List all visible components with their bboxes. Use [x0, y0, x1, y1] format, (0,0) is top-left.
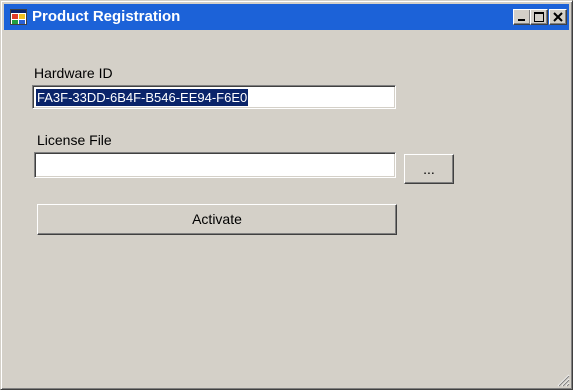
window-title: Product Registration	[32, 8, 181, 25]
hardware-id-field[interactable]: FA3F-33DD-6B4F-B546-EE94-F6E0	[32, 85, 396, 109]
maximize-button[interactable]	[530, 9, 548, 25]
close-button[interactable]	[549, 9, 567, 25]
application-icon	[10, 9, 27, 25]
hardware-id-label: Hardware ID	[34, 65, 113, 81]
minimize-button[interactable]	[513, 9, 531, 25]
activate-button[interactable]: Activate	[37, 204, 397, 235]
minimize-icon	[518, 19, 525, 21]
title-bar[interactable]: Product Registration	[4, 4, 569, 30]
maximize-icon	[534, 12, 544, 22]
browse-button[interactable]: ...	[404, 154, 454, 184]
license-file-input[interactable]	[38, 156, 392, 174]
hardware-id-value[interactable]: FA3F-33DD-6B4F-B546-EE94-F6E0	[36, 89, 249, 106]
resize-grip-icon[interactable]	[557, 374, 570, 387]
license-file-label: License File	[37, 132, 112, 148]
product-registration-window: Product Registration Hardware ID FA3F-33…	[0, 0, 573, 390]
close-icon	[553, 12, 563, 22]
license-file-field[interactable]	[34, 152, 396, 178]
